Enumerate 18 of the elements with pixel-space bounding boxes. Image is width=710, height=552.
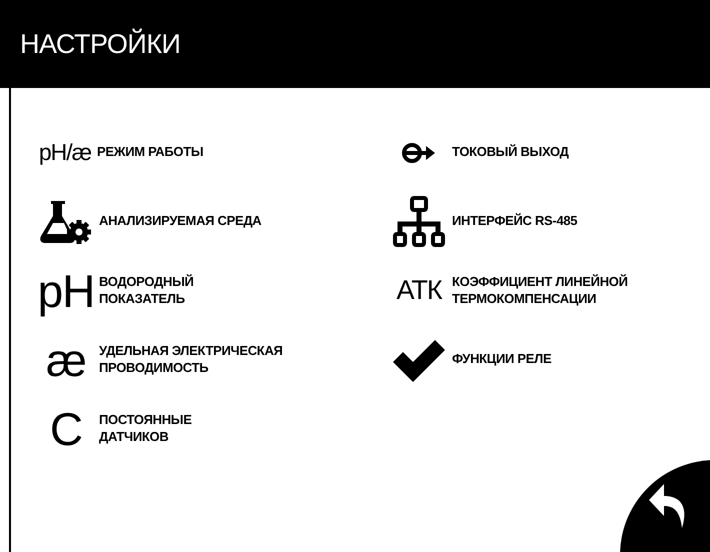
- network-icon: [393, 196, 445, 248]
- menu-item-label[interactable]: АНАЛИЗИРУЕМАЯ СРЕДА: [99, 213, 262, 230]
- menu-item-label[interactable]: ВОДОРОДНЫЙ ПОКАЗАТЕЛЬ: [99, 274, 194, 307]
- symbol-icon: æ: [46, 336, 86, 382]
- screen-title: НАСТРОЙКИ: [20, 28, 180, 60]
- menu-item-label[interactable]: ФУНКЦИИ РЕЛЕ: [452, 351, 552, 368]
- menu-item-label[interactable]: ИНТЕРФЕЙС RS-485: [452, 213, 578, 230]
- menu-item-label[interactable]: КОЭФФИЦИЕНТ ЛИНЕЙНОЙ ТЕРМОКОМПЕНСАЦИИ: [452, 274, 628, 307]
- menu-item-label[interactable]: ТОКОВЫЙ ВЫХОД: [452, 144, 569, 161]
- symbol-icon: C: [50, 406, 82, 452]
- menu-item-label[interactable]: УДЕЛЬНАЯ ЭЛЕКТРИЧЕСКАЯ ПРОВОДИМОСТЬ: [99, 343, 283, 376]
- menu-item-label[interactable]: ПОСТОЯННЫЕ ДАТЧИКОВ: [99, 412, 192, 445]
- checkmark-icon: [391, 338, 447, 382]
- symbol-icon: pH/æ: [38, 141, 92, 164]
- arrow-out-icon: [401, 142, 437, 164]
- flask-gear-icon: [39, 198, 93, 244]
- menu-item-label[interactable]: РЕЖИМ РАБОТЫ: [97, 144, 204, 161]
- symbol-icon: АТК: [396, 277, 442, 304]
